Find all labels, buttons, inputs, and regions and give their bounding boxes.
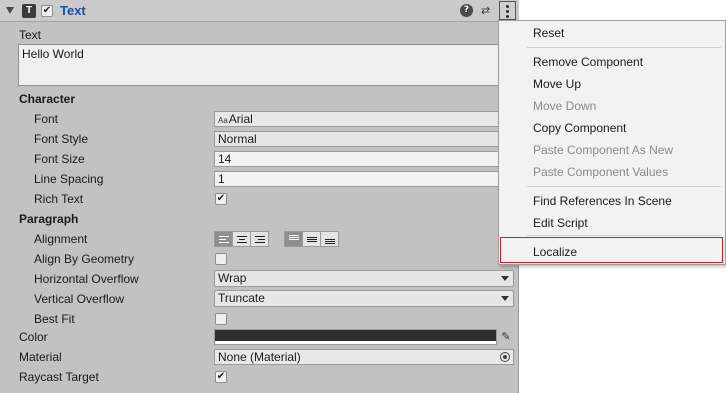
- align-left-button[interactable]: [214, 231, 233, 247]
- font-style-label: Font Style: [34, 132, 89, 146]
- font-label: Font: [34, 112, 59, 126]
- alignment-label: Alignment: [34, 232, 88, 246]
- foldout-arrow-icon[interactable]: [6, 7, 14, 14]
- raycast-target-label: Raycast Target: [19, 370, 99, 384]
- component-header[interactable]: T ✔ Text ? ⇄: [0, 0, 519, 22]
- paragraph-section-header: Paragraph: [19, 212, 79, 226]
- menu-item-paste-values: Paste Component Values: [533, 165, 669, 179]
- horizontal-alignment-group: [214, 231, 269, 247]
- text-area-input[interactable]: Hello World: [18, 44, 503, 86]
- text-label: Text: [19, 28, 42, 42]
- horizontal-overflow-value: Wrap: [218, 271, 247, 285]
- menu-item-reset[interactable]: Reset: [533, 26, 564, 40]
- rich-text-checkbox[interactable]: ✔: [215, 193, 227, 205]
- font-size-label: Font Size: [34, 152, 85, 166]
- best-fit-checkbox[interactable]: [215, 313, 227, 325]
- best-fit-label: Best Fit: [34, 312, 75, 326]
- menu-item-move-down: Move Down: [533, 99, 597, 113]
- character-section-header: Character: [19, 92, 76, 106]
- menu-separator: [527, 47, 721, 48]
- chevron-down-icon: [501, 276, 509, 281]
- menu-item-find-references[interactable]: Find References In Scene: [533, 194, 672, 208]
- help-icon[interactable]: ?: [460, 4, 473, 17]
- rich-text-label: Rich Text: [34, 192, 84, 206]
- font-style-dropdown[interactable]: Normal: [214, 131, 504, 147]
- object-picker-icon[interactable]: [500, 352, 510, 362]
- kebab-dot-icon: [506, 15, 509, 18]
- component-context-menu: Reset Remove Component Move Up Move Down…: [498, 20, 726, 265]
- menu-item-localize[interactable]: Localize: [533, 245, 577, 259]
- font-value: Arial: [228, 112, 253, 126]
- menu-item-copy-component[interactable]: Copy Component: [533, 121, 626, 135]
- menu-item-remove-component[interactable]: Remove Component: [533, 55, 643, 69]
- align-right-button[interactable]: [250, 231, 269, 247]
- vertical-alignment-group: [284, 231, 339, 247]
- font-size-input[interactable]: 14: [214, 151, 504, 167]
- align-by-geometry-checkbox[interactable]: [215, 253, 227, 265]
- component-menu-button[interactable]: [499, 1, 516, 20]
- vertical-overflow-value: Truncate: [218, 291, 265, 305]
- line-spacing-label: Line Spacing: [34, 172, 104, 186]
- kebab-dot-icon: [506, 5, 509, 8]
- component-title: Text: [60, 3, 86, 18]
- chevron-down-icon: [501, 296, 509, 301]
- raycast-target-checkbox[interactable]: ✔: [215, 371, 227, 383]
- align-center-button[interactable]: [232, 231, 251, 247]
- eyedropper-icon[interactable]: ✎: [498, 329, 514, 345]
- presets-icon[interactable]: ⇄: [479, 4, 492, 17]
- font-object-field[interactable]: AaArial: [214, 111, 504, 127]
- color-swatch-field[interactable]: [214, 329, 497, 345]
- menu-item-move-up[interactable]: Move Up: [533, 77, 581, 91]
- material-value: None (Material): [218, 350, 301, 364]
- vertical-overflow-dropdown[interactable]: Truncate: [214, 290, 514, 307]
- text-component-icon: T: [22, 4, 36, 18]
- menu-separator: [527, 186, 721, 187]
- vertical-overflow-label: Vertical Overflow: [34, 292, 125, 306]
- inspector-panel: T ✔ Text ? ⇄ Text Hello World Character …: [0, 0, 519, 393]
- component-enabled-checkbox[interactable]: ✔: [41, 5, 53, 17]
- font-asset-icon: Aa: [218, 116, 228, 125]
- menu-item-edit-script[interactable]: Edit Script: [533, 216, 588, 230]
- color-label: Color: [19, 330, 48, 344]
- align-bottom-button[interactable]: [320, 231, 339, 247]
- horizontal-overflow-label: Horizontal Overflow: [34, 272, 139, 286]
- kebab-dot-icon: [506, 10, 509, 13]
- material-object-field[interactable]: None (Material): [214, 349, 514, 365]
- menu-separator: [527, 235, 721, 236]
- align-top-button[interactable]: [284, 231, 303, 247]
- align-by-geometry-label: Align By Geometry: [34, 252, 135, 266]
- alpha-strip: [215, 341, 496, 344]
- align-middle-button[interactable]: [302, 231, 321, 247]
- horizontal-overflow-dropdown[interactable]: Wrap: [214, 270, 514, 287]
- material-label: Material: [19, 350, 62, 364]
- menu-item-paste-as-new: Paste Component As New: [533, 143, 674, 157]
- line-spacing-input[interactable]: 1: [214, 171, 504, 187]
